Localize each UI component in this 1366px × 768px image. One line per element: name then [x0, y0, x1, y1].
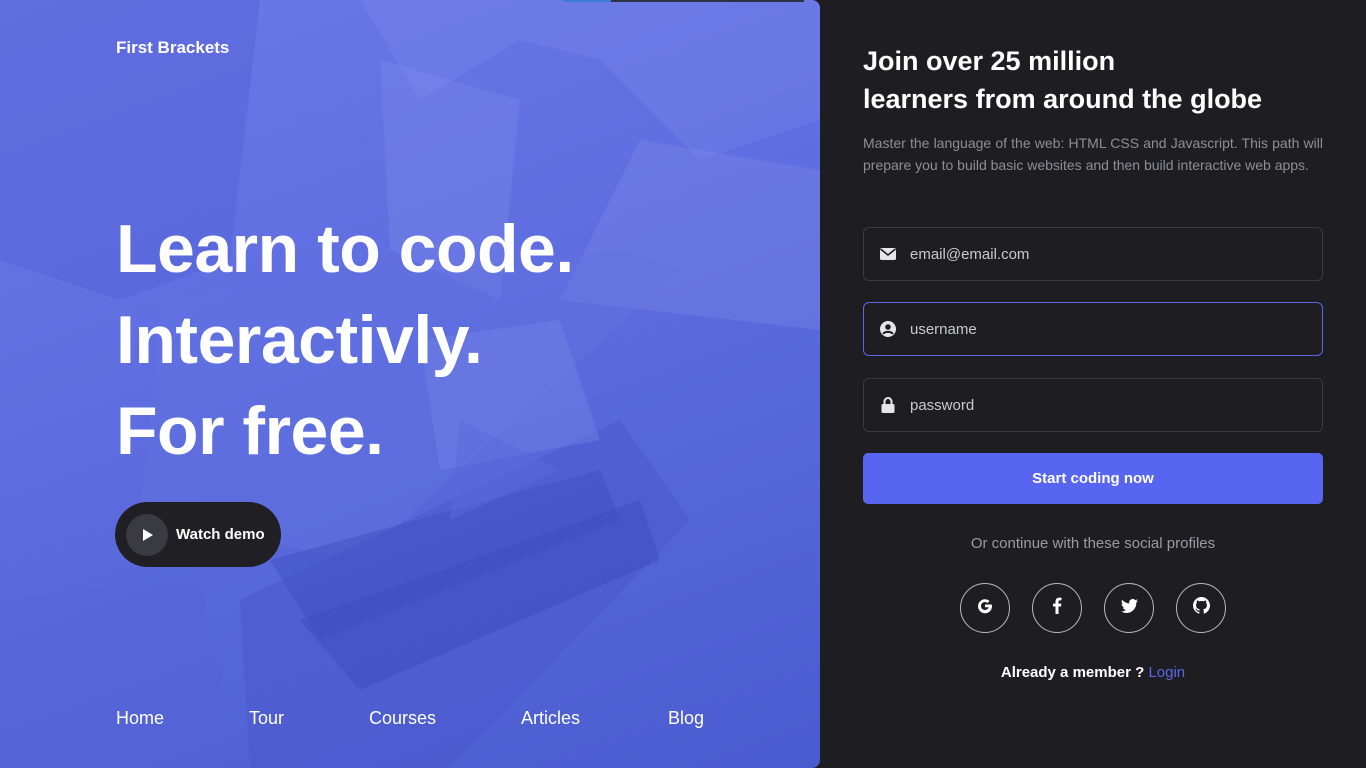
facebook-icon: [1052, 597, 1062, 619]
social-buttons: [960, 583, 1226, 633]
top-progress-line: [563, 0, 804, 2]
nav-link-courses[interactable]: Courses: [369, 708, 436, 729]
github-login-button[interactable]: [1176, 583, 1226, 633]
hero-headline: Learn to code. Interactivly. For free.: [116, 204, 574, 477]
login-link[interactable]: Login: [1148, 664, 1185, 681]
headline-line: Learn to code.: [116, 211, 574, 287]
facebook-login-button[interactable]: [1032, 583, 1082, 633]
signup-title: Join over 25 million learners from aroun…: [863, 42, 1262, 118]
twitter-login-button[interactable]: [1104, 583, 1154, 633]
username-field[interactable]: [863, 302, 1323, 356]
watch-demo-button[interactable]: Watch demo: [115, 502, 281, 567]
nav-link-tour[interactable]: Tour: [249, 708, 284, 729]
nav-link-articles[interactable]: Articles: [521, 708, 580, 729]
google-login-button[interactable]: [960, 583, 1010, 633]
google-icon: [976, 597, 994, 620]
start-coding-button[interactable]: Start coding now: [863, 453, 1323, 504]
user-circle-icon: [864, 321, 910, 337]
member-text: Already a member ?: [1000, 664, 1145, 681]
password-field[interactable]: [863, 378, 1323, 432]
play-icon: [126, 513, 168, 556]
email-input[interactable]: [910, 245, 1300, 263]
email-field[interactable]: [863, 227, 1323, 281]
nav-link-blog[interactable]: Blog: [668, 708, 704, 729]
signup-description: Master the language of the web: HTML CSS…: [863, 135, 1323, 173]
social-prompt: Or continue with these social profiles: [970, 535, 1216, 552]
signup-panel: Join over 25 million learners from aroun…: [820, 0, 1366, 768]
lock-icon: [864, 397, 910, 413]
member-prompt: Already a member ? Login: [820, 664, 1366, 681]
nav-link-home[interactable]: Home: [116, 708, 164, 729]
headline-line: For free.: [116, 393, 384, 469]
hero-section: First Brackets Learn to code. Interactiv…: [0, 0, 820, 768]
signup-title-line: learners from around the globe: [863, 84, 1263, 114]
envelope-icon: [864, 248, 910, 260]
password-input[interactable]: [910, 396, 1300, 414]
headline-line: Interactivly.: [116, 302, 483, 378]
signup-title-line: Join over 25 million: [863, 46, 1116, 76]
twitter-icon: [1120, 598, 1138, 618]
username-input[interactable]: [910, 320, 1300, 338]
watch-demo-label: Watch demo: [176, 526, 265, 543]
brand-logo[interactable]: First Brackets: [116, 38, 229, 58]
github-icon: [1192, 597, 1210, 619]
